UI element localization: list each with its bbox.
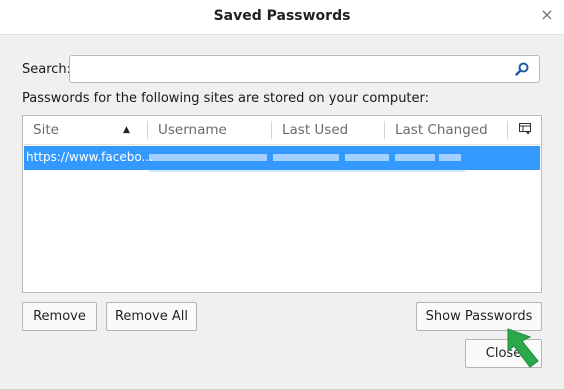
- column-divider[interactable]: [507, 121, 508, 139]
- column-header-label: Last Changed: [395, 122, 488, 138]
- dialog-title: Saved Passwords: [213, 8, 351, 24]
- row-username-obscured: [149, 150, 469, 165]
- column-header-site[interactable]: Site ▲: [23, 116, 147, 144]
- column-picker-icon[interactable]: [519, 123, 531, 135]
- search-input[interactable]: [74, 59, 508, 81]
- title-bar: Saved Passwords ×: [0, 0, 564, 35]
- row-highlight-underline: [149, 170, 465, 172]
- column-header-last-used[interactable]: Last Used: [272, 116, 384, 144]
- close-button[interactable]: Close: [465, 339, 542, 368]
- show-passwords-button[interactable]: Show Passwords: [416, 302, 542, 331]
- table-header: Site ▲ Username Last Used Last Changed: [23, 116, 541, 145]
- sort-ascending-icon: ▲: [123, 125, 130, 135]
- column-header-last-changed[interactable]: Last Changed: [385, 116, 507, 144]
- table-row[interactable]: https://www.facebo...: [24, 146, 540, 170]
- search-label: Search:: [22, 62, 71, 77]
- search-icon[interactable]: [515, 62, 529, 76]
- passwords-table: Site ▲ Username Last Used Last Changed h…: [22, 115, 542, 293]
- close-button-label: Close: [485, 346, 522, 361]
- remove-button-label: Remove: [33, 309, 86, 324]
- close-icon[interactable]: ×: [538, 5, 556, 25]
- column-header-label: Last Used: [282, 122, 349, 138]
- search-label-text: Search:: [22, 62, 72, 77]
- info-text: Passwords for the following sites are st…: [22, 91, 430, 106]
- saved-passwords-dialog: Saved Passwords × Search: Passwords for …: [0, 0, 564, 390]
- search-field[interactable]: [69, 55, 540, 83]
- row-site: https://www.facebo...: [26, 150, 153, 164]
- column-header-label: Site: [33, 122, 59, 138]
- column-header-label: Username: [158, 122, 227, 138]
- column-header-username[interactable]: Username: [148, 116, 271, 144]
- remove-all-button-label: Remove All: [114, 309, 188, 324]
- remove-button[interactable]: Remove: [22, 302, 97, 331]
- remove-all-button[interactable]: Remove All: [106, 302, 197, 331]
- show-passwords-button-label: Show Passwords: [425, 309, 533, 324]
